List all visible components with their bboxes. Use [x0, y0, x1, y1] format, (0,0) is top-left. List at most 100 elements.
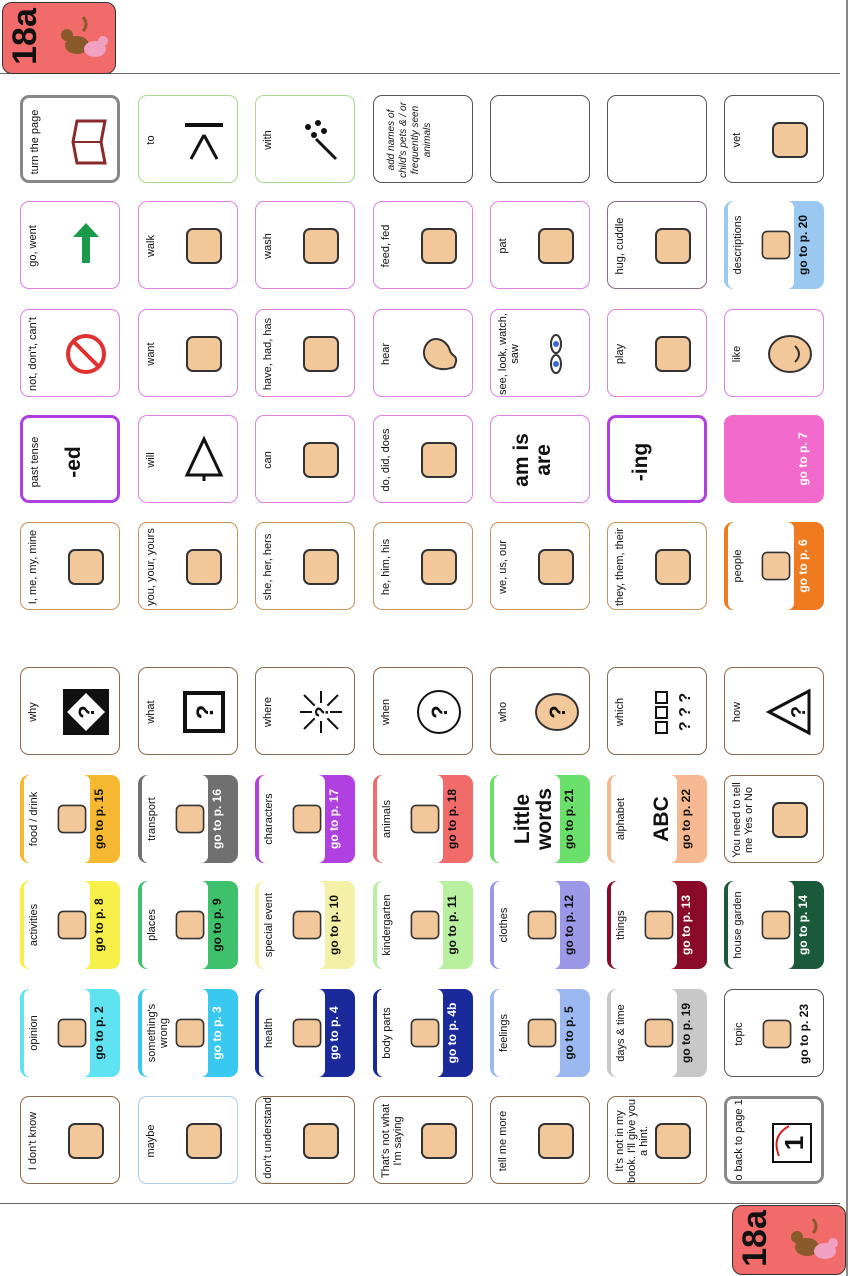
symbol-cell-alphabet[interactable]: alphabet ABC go to p. 22	[607, 775, 707, 863]
symbol-cell-to[interactable]: to	[138, 95, 238, 183]
symbol-cell-food-drink[interactable]: food / drink go to p. 15	[20, 775, 120, 863]
symbol-cell-places[interactable]: places go to p. 9	[138, 881, 238, 969]
symbol-cell-little-words[interactable]: Little words go to p. 21	[490, 775, 590, 863]
symbol-cell-who[interactable]: who?	[490, 667, 590, 755]
symbol-cell-people[interactable]: people go to p. 6	[724, 522, 824, 610]
symbol-cell-house-garden[interactable]: house garden go to p. 14	[724, 881, 824, 969]
symbol-cell-vet[interactable]: vet	[724, 95, 824, 183]
symbol-cell-wash[interactable]: wash	[255, 201, 355, 289]
symbol-cell-you-your-yours[interactable]: you, your, yours	[138, 522, 238, 610]
symbol-cell-am-is-are[interactable]: am is are	[490, 415, 590, 503]
symbol-card: feelings go to p. 5	[490, 989, 590, 1077]
symbol-content: how?	[725, 668, 823, 754]
symbol-cell-i-don-t-understand[interactable]: I don't understand	[255, 1096, 355, 1184]
symbol-card	[490, 95, 590, 183]
symbol-cell-you-need-to-tell-me-yes-or-no[interactable]: You need to tell me Yes or No	[724, 775, 824, 863]
symbol-cell-clothes[interactable]: clothes go to p. 12	[490, 881, 590, 969]
symbol-card: vet	[724, 95, 824, 183]
symbol-cell-why[interactable]: why?	[20, 667, 120, 755]
page-tab-top[interactable]: 18a	[2, 2, 116, 74]
symbol-label: feelings	[498, 1014, 510, 1052]
symbol-cell-do-did-does[interactable]: do, did, does	[373, 415, 473, 503]
symbol-cell-health[interactable]: health go to p. 4	[255, 989, 355, 1077]
symbol-cell-what[interactable]: what?	[138, 667, 238, 755]
symbol-cell-have-had-has[interactable]: have, had, has	[255, 309, 355, 397]
symbol-card: people go to p. 6	[724, 522, 824, 610]
symbol-cell-i-don-t-know[interactable]: I don't know	[20, 1096, 120, 1184]
symbol-cell-he-him-his[interactable]: he, him, his	[373, 522, 473, 610]
symbol-cell-hear[interactable]: hear	[373, 309, 473, 397]
symbol-card: topic go to p. 23	[724, 989, 824, 1077]
symbol-card: Little words go to p. 21	[490, 775, 590, 863]
symbol-cell-maybe[interactable]: maybe	[138, 1096, 238, 1184]
symbol-content: Little words go to p. 21	[490, 775, 590, 863]
symbol-cell-which[interactable]: which ? ? ?	[607, 667, 707, 755]
symbol-cell-turn-the-page[interactable]: turn the page	[20, 95, 120, 183]
symbol-cell-topic[interactable]: topic go to p. 23	[724, 989, 824, 1077]
symbol-cell-go-went[interactable]: go, went	[20, 201, 120, 289]
page-tab-bottom[interactable]: 18a	[732, 1205, 846, 1275]
symbol-cell-where[interactable]: where?	[255, 667, 355, 755]
symbol-cell-transport[interactable]: transport go to p. 16	[138, 775, 238, 863]
symbol-card	[607, 95, 707, 183]
symbol-cell-play[interactable]: play	[607, 309, 707, 397]
symbol-cell-activities[interactable]: activities go to p. 8	[20, 881, 120, 969]
symbol-cell-when[interactable]: when?	[373, 667, 473, 755]
symbol-cell-special-event[interactable]: special event go to p. 10	[255, 881, 355, 969]
category-inner: food / drink	[24, 775, 90, 863]
symbol-label: clothes	[498, 907, 510, 943]
want-hands-icon	[179, 329, 229, 379]
symbol-cell-feelings[interactable]: feelings go to p. 5	[490, 989, 590, 1077]
symbol-cell-can[interactable]: can	[255, 415, 355, 503]
symbol-cell-days-time[interactable]: days & time go to p. 19	[607, 989, 707, 1077]
symbol-card: hear	[373, 309, 473, 397]
yes-no-icon	[765, 795, 815, 845]
shrug-person-icon	[61, 1116, 111, 1166]
symbol-cell-go-back-to-page-1[interactable]: go back to page 1 1	[724, 1096, 824, 1184]
symbol-cell-walk[interactable]: walk	[138, 201, 238, 289]
symbol-cell-not-don-t-can-t[interactable]: not, don't, can't	[20, 309, 120, 397]
symbol-cell-blank[interactable]	[607, 95, 707, 183]
symbol-big-text: ABC	[650, 796, 673, 842]
symbol-cell-she-her-hers[interactable]: she, her, hers	[255, 522, 355, 610]
symbol-content: turn the page	[23, 98, 117, 180]
symbol-cell-with[interactable]: with	[255, 95, 355, 183]
symbol-cell-want[interactable]: want	[138, 309, 238, 397]
symbol-cell-it-s-not-in-my-book-i-ll-give-you-a-hint[interactable]: It's not in my book. I'll give you a hin…	[607, 1096, 707, 1184]
washing-icon	[296, 221, 346, 271]
symbol-cell-hug-cuddle[interactable]: hug, cuddle	[607, 201, 707, 289]
symbol-cell-characters[interactable]: characters go to p. 17	[255, 775, 355, 863]
category-inner: activities	[24, 881, 90, 969]
symbol-cell-will[interactable]: will	[138, 415, 238, 503]
symbol-cell-like[interactable]: like	[724, 309, 824, 397]
symbol-cell-see-look-watch-saw[interactable]: see, look, watch, saw	[490, 309, 590, 397]
symbol-card: she, her, hers	[255, 522, 355, 610]
symbol-cell-that-s-not-what-i-m-saying[interactable]: That's not what I'm saying	[373, 1096, 473, 1184]
symbol-cell-body-parts[interactable]: body parts go to p. 4b	[373, 989, 473, 1077]
symbol-cell-something-s-wrong[interactable]: something's wrong go to p. 3	[138, 989, 238, 1077]
symbol-cell-opinion[interactable]: opinion go to p. 2	[20, 989, 120, 1077]
symbol-cell-we-us-our[interactable]: we, us, our	[490, 522, 590, 610]
symbol-cell-i-me-my-mine[interactable]: I, me, my, mine	[20, 522, 120, 610]
symbol-cell-things[interactable]: things go to p. 13	[607, 881, 707, 969]
caduceus-icon	[287, 1013, 327, 1053]
symbol-cell-kindergarten[interactable]: kindergarten go to p. 11	[373, 881, 473, 969]
symbol-cell-descriptions[interactable]: descriptions go to p. 20	[724, 201, 824, 289]
symbol-cell-pat[interactable]: pat	[490, 201, 590, 289]
bottom-divider	[0, 1203, 840, 1204]
symbol-cell-add-names-of-child-s-pets-or-frequently-seen-animals[interactable]: add names of child's pets & / or frequen…	[373, 95, 473, 183]
symbol-card: go, went	[20, 201, 120, 289]
symbol-content: places go to p. 9	[138, 881, 238, 969]
box-question-icon: ?	[179, 687, 229, 737]
symbol-cell-ing[interactable]: -ing	[607, 415, 707, 503]
burger-cup-icon	[52, 799, 92, 839]
symbol-cell-animals[interactable]: animals go to p. 18	[373, 775, 473, 863]
symbol-cell-blank[interactable]	[490, 95, 590, 183]
symbol-cell-blank[interactable]: go to p. 7	[724, 415, 824, 503]
symbol-cell-feed-fed[interactable]: feed, fed	[373, 201, 473, 289]
symbol-cell-how[interactable]: how?	[724, 667, 824, 755]
symbol-cell-past-tense[interactable]: past tense -ed	[20, 415, 120, 503]
symbol-cell-tell-me-more[interactable]: tell me more	[490, 1096, 590, 1184]
ear-nose-icon	[405, 1013, 445, 1053]
symbol-cell-they-them-their[interactable]: they, them, their	[607, 522, 707, 610]
